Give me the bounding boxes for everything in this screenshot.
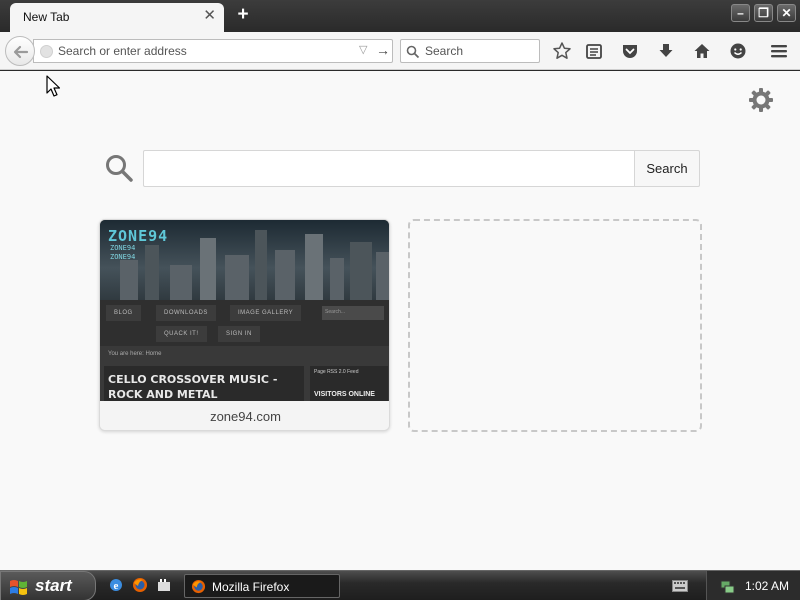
window-minimize-button[interactable]: – — [731, 4, 750, 22]
mouse-cursor-icon — [46, 75, 61, 100]
start-button[interactable]: start — [0, 571, 96, 600]
thumbnail-banner: ZONE94 ZONE94 ZONE94 — [100, 220, 389, 300]
tab-new-tab[interactable]: New Tab ✕ — [10, 3, 224, 32]
thumbnail-search-box: Search... — [322, 306, 384, 320]
newtab-search-input[interactable] — [143, 150, 635, 187]
empty-tile-placeholder — [408, 219, 702, 432]
thumbnail-nav: BLOG DOWNLOADS IMAGE GALLERY QUACK IT! S… — [100, 300, 389, 346]
site-identity-icon[interactable] — [40, 45, 53, 58]
keyboard-language-icon[interactable] — [672, 580, 688, 592]
windows-flag-icon — [10, 580, 27, 595]
top-site-tile[interactable]: ZONE94 ZONE94 ZONE94 BLOG DOWNLOADS IMAG… — [99, 219, 390, 431]
tab-close-icon[interactable]: ✕ — [203, 8, 216, 24]
url-bar[interactable]: ▽ → — [33, 39, 393, 63]
thumbnail-sidebar: Page RSS 2.0 Feed VISITORS ONLINE — [310, 366, 388, 401]
bookmark-star-icon[interactable] — [552, 41, 572, 61]
search-input[interactable] — [425, 43, 535, 59]
svg-text:e: e — [114, 580, 119, 592]
url-input[interactable] — [58, 43, 348, 59]
window-close-button[interactable]: ✕ — [777, 4, 796, 22]
home-icon[interactable] — [692, 41, 712, 61]
url-history-dropdown-icon[interactable]: ▽ — [359, 43, 367, 56]
search-magnifier-icon — [104, 153, 134, 186]
thumbnail-logo-sub: ZONE94 ZONE94 — [110, 244, 136, 261]
thumbnail-article: CELLO CROSSOVER MUSIC - ROCK AND METAL — [104, 366, 304, 401]
tray-clock[interactable]: 1:02 AM — [745, 579, 789, 593]
back-button[interactable] — [5, 36, 35, 66]
thumbnail-visitors-title: VISITORS ONLINE — [314, 391, 375, 398]
taskbar-button-label: Mozilla Firefox — [212, 580, 290, 594]
thumbnail-nav-item: BLOG — [106, 305, 141, 321]
taskbar-firefox-button[interactable]: Mozilla Firefox — [184, 574, 340, 598]
browser-titlebar: New Tab ✕ + – ❐ ✕ — [0, 0, 800, 32]
gear-icon[interactable] — [747, 86, 775, 114]
newtab-search-button[interactable]: Search — [634, 150, 700, 187]
pocket-icon[interactable] — [620, 41, 640, 61]
window-restore-button[interactable]: ❐ — [754, 4, 773, 22]
thumbnail-nav-item: QUACK IT! — [156, 326, 207, 342]
start-label: start — [35, 576, 72, 595]
search-bar[interactable] — [400, 39, 540, 63]
navigation-toolbar: ▽ → — [0, 32, 800, 70]
firefox-icon — [191, 579, 206, 594]
thumbnail-logo: ZONE94 — [108, 227, 169, 245]
new-tab-button[interactable]: + — [233, 5, 253, 25]
download-icon[interactable] — [656, 41, 676, 61]
thumbnail-nav-item: DOWNLOADS — [156, 305, 216, 321]
new-tab-page: Search ZONE94 ZONE94 ZONE94 BLOG DOWNLOA… — [0, 71, 800, 570]
site-thumbnail: ZONE94 ZONE94 ZONE94 BLOG DOWNLOADS IMAG… — [100, 220, 389, 401]
thumbnail-nav-item: IMAGE GALLERY — [230, 305, 302, 321]
back-arrow-icon — [13, 45, 29, 59]
search-icon — [406, 45, 420, 59]
reading-list-icon[interactable] — [584, 41, 604, 61]
thumbnail-breadcrumb: You are here: Home — [108, 351, 162, 357]
firefox-quicklaunch-icon[interactable] — [132, 577, 148, 593]
url-go-icon[interactable]: → — [376, 42, 390, 58]
tab-title: New Tab — [23, 10, 70, 24]
internet-explorer-icon[interactable]: e — [108, 577, 124, 593]
media-quicklaunch-icon[interactable] — [156, 577, 172, 593]
menu-icon[interactable] — [769, 41, 789, 61]
network-tray-icon[interactable] — [719, 578, 735, 594]
thumbnail-headline: CELLO CROSSOVER MUSIC - ROCK AND METAL — [108, 373, 278, 401]
smiley-feedback-icon[interactable] — [728, 41, 748, 61]
thumbnail-rss-link: Page RSS 2.0 Feed — [314, 369, 359, 375]
thumbnail-nav-item: SIGN IN — [218, 326, 260, 342]
tile-label[interactable]: zone94.com — [100, 401, 389, 430]
system-tray: 1:02 AM — [706, 571, 800, 600]
taskbar: start e Mozilla Firefox 1:02 AM — [0, 570, 800, 600]
